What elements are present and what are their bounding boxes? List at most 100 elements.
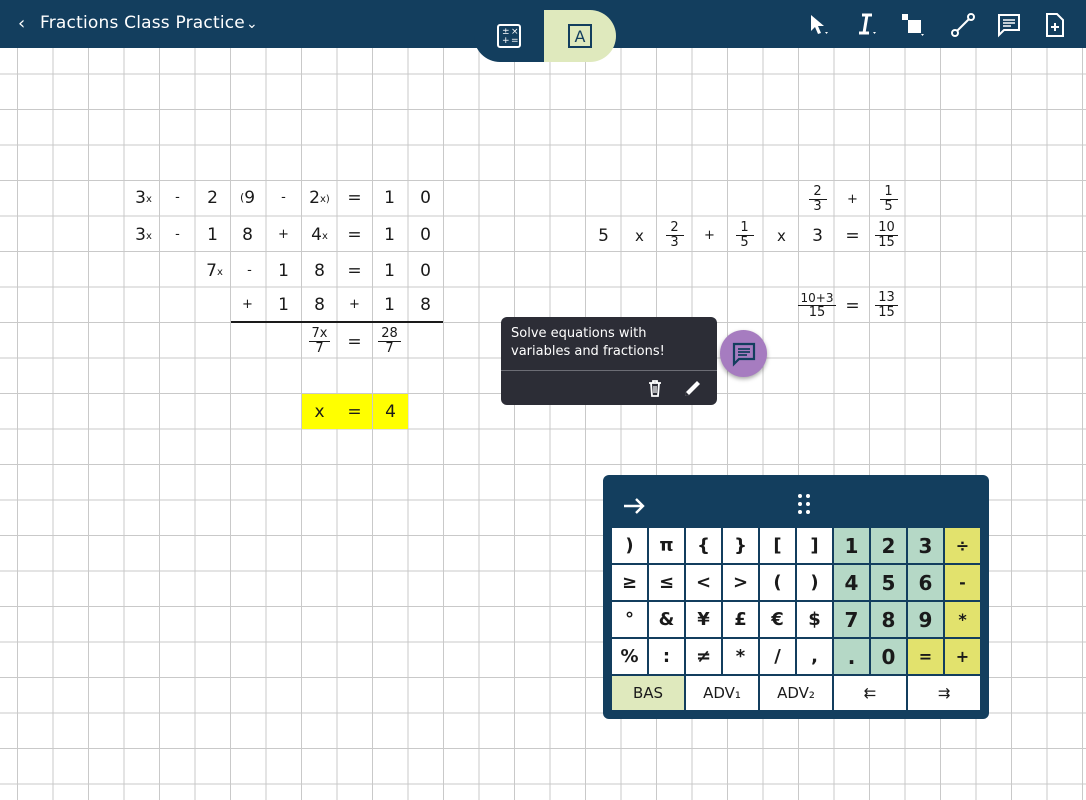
math-cell[interactable]: 1 (266, 253, 301, 288)
document-title[interactable]: Fractions Class Practice (40, 13, 245, 33)
number-key[interactable]: 8 (870, 601, 907, 638)
number-key[interactable]: 0 (870, 638, 907, 675)
answer-cell[interactable]: 4 (373, 394, 408, 429)
math-cell[interactable]: 0 (408, 180, 443, 215)
back-chevron-icon[interactable]: ‹ (18, 12, 38, 36)
key[interactable]: { (685, 527, 722, 564)
key[interactable]: / (759, 638, 796, 675)
fraction[interactable]: 10+3 15 (797, 288, 837, 323)
answer-cell[interactable]: = (337, 394, 372, 429)
operator-key[interactable]: - (944, 564, 981, 601)
math-cell[interactable]: 1 (372, 180, 407, 215)
operator-key[interactable]: ÷ (944, 527, 981, 564)
math-cell[interactable]: = (835, 218, 870, 253)
key[interactable]: $ (796, 601, 833, 638)
key[interactable]: ≠ (685, 638, 722, 675)
comment-icon[interactable] (996, 12, 1022, 38)
math-cell[interactable]: - (266, 180, 301, 215)
math-cell[interactable]: 3x (126, 180, 161, 215)
fraction[interactable]: 28 7 (372, 324, 407, 359)
key[interactable]: ) (796, 564, 833, 601)
math-cell[interactable]: 2 (195, 180, 230, 215)
number-key[interactable]: 3 (907, 527, 944, 564)
line-tool-icon[interactable] (950, 12, 976, 38)
math-cell[interactable]: + (835, 182, 870, 217)
key[interactable]: ¥ (685, 601, 722, 638)
key[interactable]: π (648, 527, 685, 564)
redo-button[interactable]: ⇉ (907, 675, 981, 711)
math-cell[interactable]: = (337, 324, 372, 359)
math-cell[interactable]: 3 (800, 218, 835, 253)
title-menu-chevron-icon[interactable]: ⌄ (246, 12, 258, 36)
math-cell[interactable]: = (337, 217, 372, 252)
math-cell[interactable]: 4x (302, 217, 337, 252)
number-key[interactable]: 2 (870, 527, 907, 564)
answer-cell[interactable]: x (302, 394, 337, 429)
math-cell[interactable]: x (764, 218, 799, 253)
fraction[interactable]: 10 15 (869, 218, 904, 253)
key[interactable]: € (759, 601, 796, 638)
math-cell[interactable]: + (337, 287, 372, 322)
number-key[interactable]: . (833, 638, 870, 675)
tab-advanced-2-keys[interactable]: ADV₂ (759, 675, 833, 711)
fraction[interactable]: 15 (727, 218, 762, 253)
math-cell[interactable]: (9 (230, 180, 265, 215)
tab-basic-keys[interactable]: BAS (611, 675, 685, 711)
key[interactable]: } (722, 527, 759, 564)
math-cell[interactable]: 1 (372, 287, 407, 322)
key[interactable]: : (648, 638, 685, 675)
key[interactable]: ] (796, 527, 833, 564)
fraction[interactable]: 13 15 (869, 288, 904, 323)
operator-key[interactable]: = (907, 638, 944, 675)
tab-text-mode[interactable]: A (544, 10, 616, 62)
number-key[interactable]: 1 (833, 527, 870, 564)
add-page-icon[interactable] (1042, 12, 1068, 38)
math-cell[interactable]: 0 (408, 217, 443, 252)
math-cell[interactable]: x (622, 218, 657, 253)
drag-handle-icon[interactable] (797, 492, 811, 516)
math-cell[interactable]: 8 (302, 287, 337, 322)
math-cell[interactable]: 2 x) (302, 180, 337, 215)
key[interactable]: ) (611, 527, 648, 564)
math-cell[interactable]: 8 (408, 287, 443, 322)
math-cell[interactable]: = (337, 253, 372, 288)
math-cell[interactable]: = (835, 288, 870, 323)
math-cell[interactable]: 1 (195, 217, 230, 252)
key[interactable]: ≤ (648, 564, 685, 601)
math-cell[interactable]: - (160, 217, 195, 252)
math-cell[interactable]: 8 (302, 253, 337, 288)
math-cell[interactable]: 0 (408, 253, 443, 288)
shape-icon[interactable] (900, 12, 926, 38)
arrow-right-icon[interactable] (621, 493, 647, 519)
math-cell[interactable]: 3x (126, 217, 161, 252)
math-cell[interactable]: 1 (372, 253, 407, 288)
tab-calculator[interactable]: ± × + = (474, 10, 544, 62)
key[interactable]: ( (759, 564, 796, 601)
key[interactable]: [ (759, 527, 796, 564)
fraction[interactable]: 15 (871, 182, 906, 217)
number-key[interactable]: 5 (870, 564, 907, 601)
math-cell[interactable]: 1 (266, 287, 301, 322)
key[interactable]: < (685, 564, 722, 601)
pencil-icon[interactable] (682, 377, 704, 399)
math-cell[interactable]: 5 (586, 218, 621, 253)
tab-advanced-1-keys[interactable]: ADV₁ (685, 675, 759, 711)
trash-icon[interactable] (644, 377, 666, 399)
number-key[interactable]: 7 (833, 601, 870, 638)
number-key[interactable]: 9 (907, 601, 944, 638)
fraction[interactable]: 23 (800, 182, 835, 217)
math-cell[interactable]: + (692, 218, 727, 253)
key[interactable]: ≥ (611, 564, 648, 601)
math-cell[interactable]: - (160, 180, 195, 215)
math-cell[interactable]: - (232, 253, 267, 288)
fraction[interactable]: 23 (657, 218, 692, 253)
text-cursor-icon[interactable] (854, 12, 880, 38)
key[interactable]: ° (611, 601, 648, 638)
key[interactable]: & (648, 601, 685, 638)
comment-bubble-button[interactable] (720, 330, 767, 377)
number-key[interactable]: 6 (907, 564, 944, 601)
key[interactable]: % (611, 638, 648, 675)
math-cell[interactable]: 7x (197, 253, 232, 288)
math-cell[interactable]: 1 (372, 217, 407, 252)
math-cell[interactable]: + (266, 217, 301, 252)
